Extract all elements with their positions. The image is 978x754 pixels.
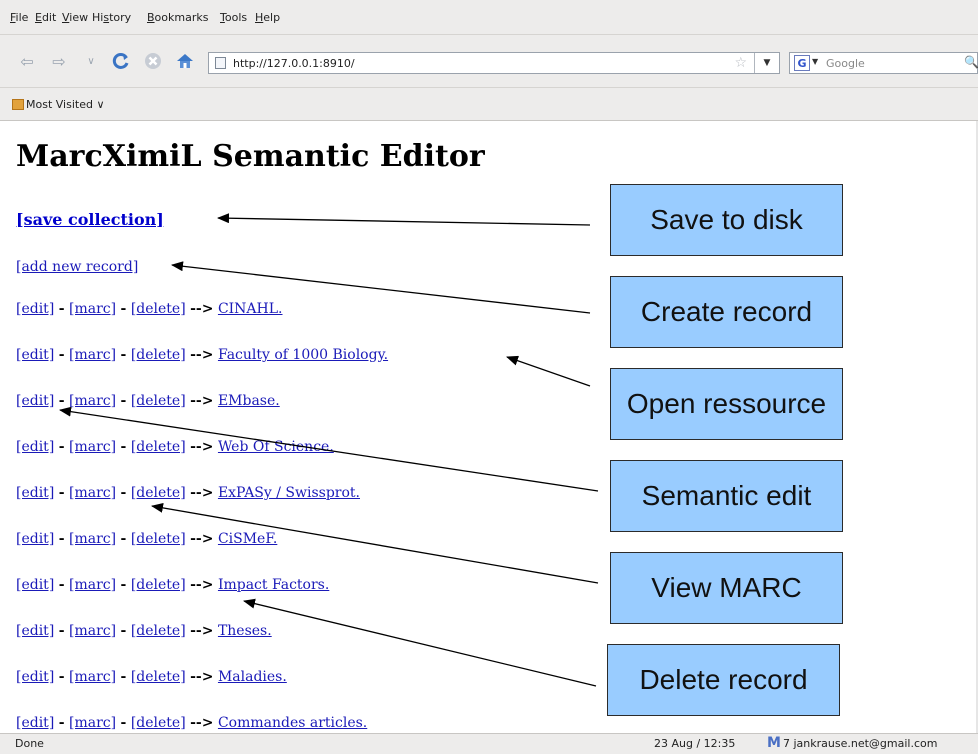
edit-link[interactable]: [edit] (16, 577, 54, 593)
status-datetime: 23 Aug / 12:35 (654, 737, 736, 750)
resource-link[interactable]: Commandes articles. (218, 715, 367, 731)
callout-save-to-disk: Save to disk (610, 184, 843, 256)
marc-link[interactable]: [marc] (69, 577, 116, 593)
most-visited-menu[interactable]: Most Visited ∨ (26, 98, 105, 111)
edit-link[interactable]: [edit] (16, 531, 54, 547)
delete-link[interactable]: [delete] (131, 531, 186, 547)
menu-bar: File Edit View History Bookmarks Tools H… (0, 0, 978, 35)
menu-bookmarks[interactable]: Bookmarks (147, 11, 208, 24)
page-title: MarcXimiL Semantic Editor (16, 139, 485, 174)
marc-link[interactable]: [marc] (69, 623, 116, 639)
menu-view[interactable]: View (62, 11, 88, 24)
status-text: Done (15, 737, 44, 750)
add-new-record-link[interactable]: [add new record] (16, 259, 138, 275)
edit-link[interactable]: [edit] (16, 439, 54, 455)
record-row: [edit] - [marc] - [delete] --> Commandes… (16, 715, 368, 731)
delete-link[interactable]: [delete] (131, 485, 186, 501)
search-engine-dropdown-icon[interactable]: ▼ (812, 57, 818, 66)
marc-link[interactable]: [marc] (69, 393, 116, 409)
marc-link[interactable]: [marc] (69, 439, 116, 455)
record-row: [edit] - [marc] - [delete] --> Impact Fa… (16, 577, 330, 593)
search-box[interactable]: G ▼ Google 🔍 (789, 52, 978, 74)
page-icon (215, 57, 226, 69)
resource-link[interactable]: Faculty of 1000 Biology. (218, 347, 388, 363)
delete-link[interactable]: [delete] (131, 347, 186, 363)
menu-edit[interactable]: Edit (35, 11, 56, 24)
reload-icon[interactable] (110, 50, 132, 72)
callout-create-record: Create record (610, 276, 843, 348)
delete-link[interactable]: [delete] (131, 439, 186, 455)
url-text[interactable]: http://127.0.0.1:8910/ (233, 57, 355, 70)
record-row: [edit] - [marc] - [delete] --> CiSMeF. (16, 531, 278, 547)
edit-link[interactable]: [edit] (16, 301, 54, 317)
edit-link[interactable]: [edit] (16, 393, 54, 409)
edit-link[interactable]: [edit] (16, 347, 54, 363)
marc-link[interactable]: [marc] (69, 485, 116, 501)
bookmark-star-icon[interactable]: ☆ (734, 55, 747, 71)
edit-link[interactable]: [edit] (16, 485, 54, 501)
record-row: [edit] - [marc] - [delete] --> CINAHL. (16, 301, 283, 317)
search-placeholder[interactable]: Google (826, 57, 865, 70)
record-row: [edit] - [marc] - [delete] --> Theses. (16, 623, 272, 639)
address-bar[interactable]: http://127.0.0.1:8910/ ☆ ▼ (208, 52, 780, 74)
gmail-icon[interactable]: M (767, 735, 781, 751)
callout-view-marc: View MARC (610, 552, 843, 624)
resource-link[interactable]: CiSMeF. (218, 531, 277, 547)
search-magnifier-icon[interactable]: 🔍 (964, 55, 978, 69)
delete-link[interactable]: [delete] (131, 715, 186, 731)
stop-icon[interactable] (142, 50, 164, 72)
delete-link[interactable]: [delete] (131, 393, 186, 409)
menu-help[interactable]: Help (255, 11, 280, 24)
record-row: [edit] - [marc] - [delete] --> Maladies. (16, 669, 287, 685)
save-collection-link[interactable]: [save collection] (16, 210, 164, 229)
marc-link[interactable]: [marc] (69, 531, 116, 547)
bookmarks-toolbar: Most Visited ∨ (0, 88, 978, 121)
resource-link[interactable]: CINAHL. (218, 301, 283, 317)
resource-link[interactable]: EMbase. (218, 393, 280, 409)
navigation-toolbar: ⇦ ⇨ ∨ http://127.0.0.1:8910/ ☆ ▼ G ▼ Goo… (0, 35, 978, 88)
url-dropdown-icon[interactable]: ▼ (754, 53, 779, 73)
most-visited-icon (12, 99, 24, 110)
marc-link[interactable]: [marc] (69, 715, 116, 731)
history-dropdown-icon[interactable]: ∨ (80, 50, 102, 72)
status-mail[interactable]: 7 jankrause.net@gmail.com (783, 737, 937, 750)
record-row: [edit] - [marc] - [delete] --> EMbase. (16, 393, 280, 409)
resource-link[interactable]: Maladies. (218, 669, 287, 685)
marc-link[interactable]: [marc] (69, 347, 116, 363)
menu-file[interactable]: File (10, 11, 28, 24)
callout-open-ressource: Open ressource (610, 368, 843, 440)
callout-delete-record: Delete record (607, 644, 840, 716)
marc-link[interactable]: [marc] (69, 301, 116, 317)
resource-link[interactable]: Web Of Science. (218, 439, 334, 455)
google-search-icon[interactable]: G (794, 55, 810, 71)
status-bar: Done 23 Aug / 12:35 M 7 jankrause.net@gm… (0, 733, 978, 754)
callout-semantic-edit: Semantic edit (610, 460, 843, 532)
delete-link[interactable]: [delete] (131, 623, 186, 639)
menu-tools[interactable]: Tools (220, 11, 247, 24)
back-arrow-icon[interactable]: ⇦ (16, 50, 38, 72)
record-row: [edit] - [marc] - [delete] --> ExPASy / … (16, 485, 360, 501)
home-icon[interactable] (174, 50, 196, 72)
delete-link[interactable]: [delete] (131, 669, 186, 685)
menu-history[interactable]: History (92, 11, 131, 24)
record-row: [edit] - [marc] - [delete] --> Web Of Sc… (16, 439, 334, 455)
resource-link[interactable]: Theses. (218, 623, 272, 639)
forward-arrow-icon[interactable]: ⇨ (48, 50, 70, 72)
resource-link[interactable]: Impact Factors. (218, 577, 329, 593)
edit-link[interactable]: [edit] (16, 715, 54, 731)
marc-link[interactable]: [marc] (69, 669, 116, 685)
delete-link[interactable]: [delete] (131, 301, 186, 317)
record-row: [edit] - [marc] - [delete] --> Faculty o… (16, 347, 389, 363)
resource-link[interactable]: ExPASy / Swissprot. (218, 485, 360, 501)
edit-link[interactable]: [edit] (16, 623, 54, 639)
delete-link[interactable]: [delete] (131, 577, 186, 593)
edit-link[interactable]: [edit] (16, 669, 54, 685)
